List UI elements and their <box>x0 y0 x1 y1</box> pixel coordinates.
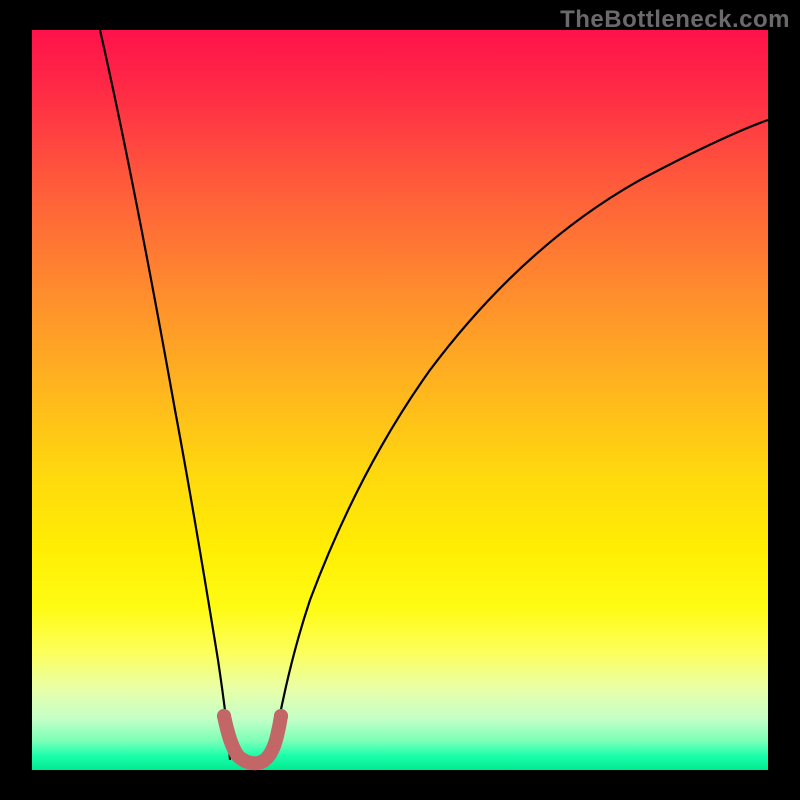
chart-frame: TheBottleneck.com <box>0 0 800 800</box>
watermark-label: TheBottleneck.com <box>560 6 790 34</box>
plot-background <box>32 30 768 770</box>
